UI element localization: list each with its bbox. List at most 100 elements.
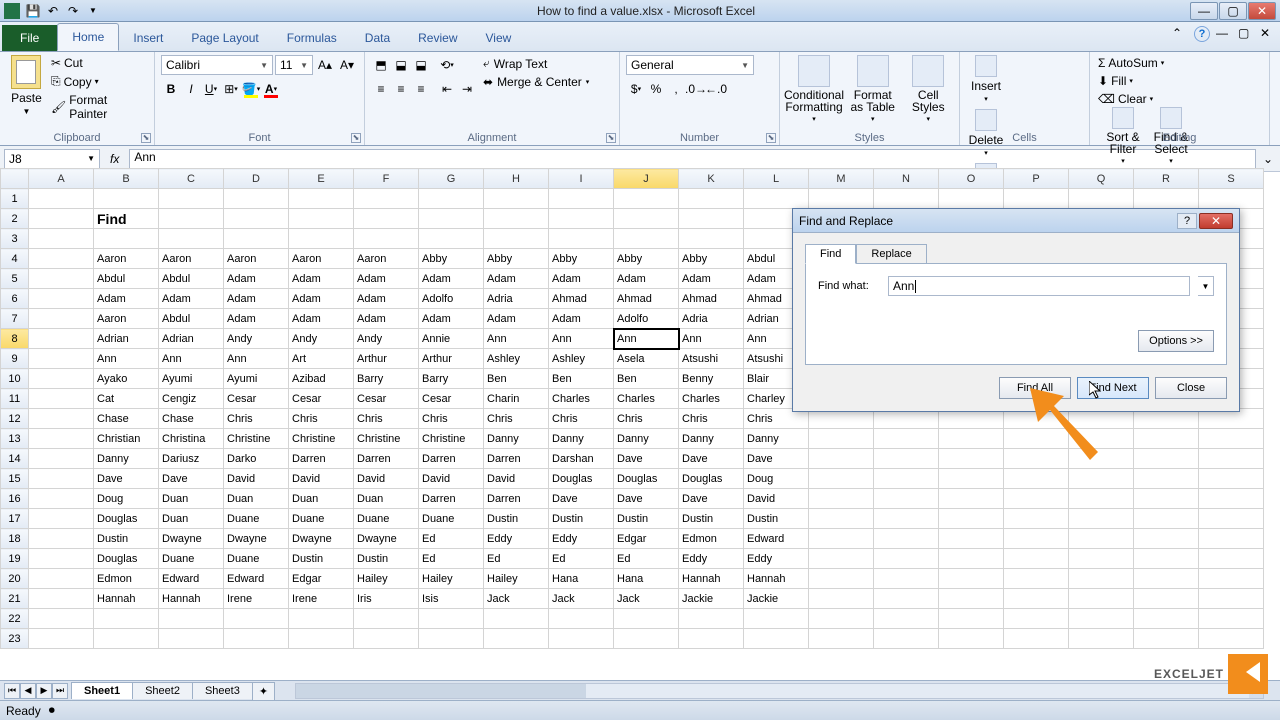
increase-indent-button[interactable]: ⇥ bbox=[457, 79, 477, 99]
cell[interactable]: Danny bbox=[614, 429, 679, 449]
cell[interactable] bbox=[549, 229, 614, 249]
cell[interactable] bbox=[1199, 609, 1264, 629]
cell[interactable]: Darren bbox=[419, 449, 484, 469]
cell[interactable] bbox=[809, 429, 874, 449]
cell[interactable]: Ben bbox=[484, 369, 549, 389]
name-box[interactable]: J8▼ bbox=[4, 149, 100, 169]
cell[interactable]: Hannah bbox=[744, 569, 809, 589]
cell[interactable]: Adam bbox=[224, 269, 289, 289]
font-name-combo[interactable]: Calibri▼ bbox=[161, 55, 273, 75]
cell[interactable] bbox=[224, 189, 289, 209]
cell[interactable]: Eddy bbox=[679, 549, 744, 569]
cell[interactable] bbox=[1004, 569, 1069, 589]
cell[interactable]: Adam bbox=[549, 309, 614, 329]
last-sheet-button[interactable]: ⏭ bbox=[52, 683, 68, 699]
cell[interactable] bbox=[939, 449, 1004, 469]
cell[interactable]: Duane bbox=[289, 509, 354, 529]
cell[interactable] bbox=[874, 549, 939, 569]
cell[interactable] bbox=[679, 609, 744, 629]
row-header[interactable]: 12 bbox=[1, 409, 29, 429]
cell[interactable]: Christine bbox=[289, 429, 354, 449]
cell[interactable] bbox=[224, 209, 289, 229]
cell[interactable] bbox=[1134, 489, 1199, 509]
cell[interactable] bbox=[809, 509, 874, 529]
cell[interactable] bbox=[1199, 469, 1264, 489]
workbook-close-icon[interactable]: ✕ bbox=[1260, 26, 1276, 42]
cell[interactable] bbox=[29, 369, 94, 389]
cell[interactable]: Hannah bbox=[679, 569, 744, 589]
cell[interactable]: Barry bbox=[419, 369, 484, 389]
column-header[interactable]: C bbox=[159, 169, 224, 189]
row-header[interactable]: 4 bbox=[1, 249, 29, 269]
cell[interactable] bbox=[939, 589, 1004, 609]
cell[interactable]: Adam bbox=[484, 309, 549, 329]
cell[interactable]: Ayumi bbox=[159, 369, 224, 389]
cell[interactable]: Danny bbox=[744, 429, 809, 449]
cut-button[interactable]: ✂Cut bbox=[49, 55, 148, 71]
cell[interactable]: Adam bbox=[159, 289, 224, 309]
dialog-launcher-icon[interactable]: ⬊ bbox=[141, 133, 151, 143]
cell[interactable] bbox=[29, 289, 94, 309]
cell[interactable]: Dustin bbox=[549, 509, 614, 529]
column-header[interactable]: E bbox=[289, 169, 354, 189]
cell[interactable]: Arthur bbox=[354, 349, 419, 369]
cell[interactable] bbox=[354, 229, 419, 249]
cell[interactable]: Ayako bbox=[94, 369, 159, 389]
cell[interactable]: Danny bbox=[549, 429, 614, 449]
cell[interactable]: Chris bbox=[224, 409, 289, 429]
cell[interactable]: Darren bbox=[289, 449, 354, 469]
row-header[interactable]: 23 bbox=[1, 629, 29, 649]
cell[interactable]: Dustin bbox=[744, 509, 809, 529]
cell[interactable]: Dwayne bbox=[289, 529, 354, 549]
grow-font-button[interactable]: A▴ bbox=[315, 55, 335, 75]
cell[interactable]: Danny bbox=[679, 429, 744, 449]
cell[interactable]: Chase bbox=[94, 409, 159, 429]
cell[interactable] bbox=[1004, 629, 1069, 649]
cell[interactable] bbox=[939, 529, 1004, 549]
cell[interactable] bbox=[484, 629, 549, 649]
cell[interactable] bbox=[1004, 449, 1069, 469]
cell[interactable] bbox=[614, 229, 679, 249]
dialog-close-button[interactable]: ✕ bbox=[1199, 213, 1233, 229]
cell[interactable]: Ed bbox=[419, 549, 484, 569]
cell[interactable]: Aaron bbox=[224, 249, 289, 269]
cell[interactable] bbox=[1134, 529, 1199, 549]
cell[interactable] bbox=[809, 569, 874, 589]
font-color-button[interactable]: A▾ bbox=[261, 79, 281, 99]
cell[interactable] bbox=[484, 609, 549, 629]
cell[interactable]: Charin bbox=[484, 389, 549, 409]
cell[interactable]: Adam bbox=[549, 269, 614, 289]
cell[interactable]: Andy bbox=[354, 329, 419, 349]
column-header[interactable]: K bbox=[679, 169, 744, 189]
cell[interactable]: Adam bbox=[419, 269, 484, 289]
sheet-tab-1[interactable]: Sheet1 bbox=[71, 682, 133, 699]
cell[interactable] bbox=[1004, 509, 1069, 529]
cell[interactable] bbox=[1069, 469, 1134, 489]
cell[interactable]: Dwayne bbox=[159, 529, 224, 549]
cell[interactable] bbox=[549, 209, 614, 229]
cell[interactable] bbox=[679, 629, 744, 649]
cell[interactable]: Dave bbox=[744, 449, 809, 469]
cell[interactable] bbox=[1069, 529, 1134, 549]
cell[interactable] bbox=[874, 189, 939, 209]
cell[interactable]: Douglas bbox=[94, 549, 159, 569]
column-header[interactable]: L bbox=[744, 169, 809, 189]
cell[interactable] bbox=[939, 469, 1004, 489]
cell[interactable]: Edward bbox=[159, 569, 224, 589]
cell[interactable]: David bbox=[744, 489, 809, 509]
cell[interactable]: Chris bbox=[419, 409, 484, 429]
cell[interactable] bbox=[289, 629, 354, 649]
cell[interactable]: Dariusz bbox=[159, 449, 224, 469]
row-header[interactable]: 14 bbox=[1, 449, 29, 469]
cell[interactable] bbox=[939, 549, 1004, 569]
tab-data[interactable]: Data bbox=[351, 25, 404, 51]
select-all-corner[interactable] bbox=[1, 169, 29, 189]
horizontal-scrollbar[interactable]: ◀ ▶ bbox=[295, 683, 1264, 699]
cell[interactable] bbox=[1199, 589, 1264, 609]
wrap-text-button[interactable]: ⤶Wrap Text bbox=[481, 55, 591, 72]
cell[interactable] bbox=[1069, 629, 1134, 649]
cell[interactable]: Charles bbox=[679, 389, 744, 409]
cell[interactable]: Adolfo bbox=[419, 289, 484, 309]
cell[interactable]: Chris bbox=[549, 409, 614, 429]
cell[interactable]: Adam bbox=[289, 309, 354, 329]
